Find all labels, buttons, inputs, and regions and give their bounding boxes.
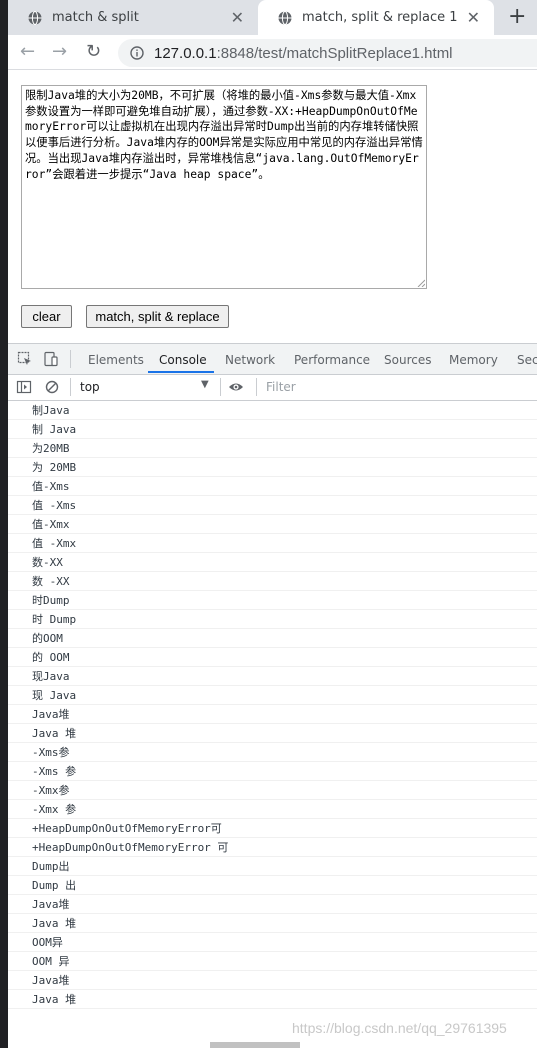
tab-console[interactable]: Console [159, 353, 207, 367]
console-message: 值 -Xmx [8, 534, 537, 553]
console-message: 现 Java [8, 686, 537, 705]
console-message: -Xmx 参 [8, 800, 537, 819]
device-toolbar-icon[interactable] [43, 351, 59, 367]
text-input-area[interactable]: 限制Java堆的大小为20MB，不可扩展（将堆的最小值-Xms参数与最大值-Xm… [21, 85, 427, 289]
tab-title: match & split [52, 10, 139, 25]
back-arrow-icon[interactable]: ← [20, 41, 35, 62]
tab-security[interactable]: Secu [517, 353, 537, 367]
reload-icon[interactable]: ↻ [86, 41, 101, 62]
left-edge [0, 0, 8, 1048]
console-message: 的 OOM [8, 648, 537, 667]
console-message: Java堆 [8, 971, 537, 990]
console-message: 值 -Xms [8, 496, 537, 515]
console-message: Dump 出 [8, 876, 537, 895]
eye-icon[interactable] [228, 379, 244, 395]
match-split-replace-button[interactable]: match, split & replace [86, 305, 229, 328]
console-message: -Xms参 [8, 743, 537, 762]
sidebar-toggle-icon[interactable] [16, 379, 32, 395]
console-message: -Xms 参 [8, 762, 537, 781]
devtools-tab-bar: Elements Console Network Performance Sou… [8, 344, 537, 375]
globe-icon [278, 10, 292, 25]
console-message: 的OOM [8, 629, 537, 648]
console-log: 制Java 制 Java 为20MB 为 20MB 值-Xms 值 -Xms 值-Xmx 值 … [8, 401, 537, 1009]
resize-grip-icon[interactable] [417, 279, 425, 287]
console-message: Java堆 [8, 895, 537, 914]
globe-icon [28, 10, 42, 25]
tab-title: match, split & replace 1 [302, 10, 458, 25]
console-message: Java 堆 [8, 724, 537, 743]
separator [220, 378, 221, 396]
console-message: Java堆 [8, 705, 537, 724]
tab-elements[interactable]: Elements [88, 353, 144, 367]
console-message: OOM异 [8, 933, 537, 952]
separator [70, 350, 71, 368]
watermark: https://blog.csdn.net/qq_29761395 [292, 1020, 507, 1036]
close-tab-icon[interactable]: ✕ [231, 8, 244, 27]
tab-network[interactable]: Network [225, 353, 275, 367]
console-message: 为20MB [8, 439, 537, 458]
tab-performance[interactable]: Performance [294, 353, 370, 367]
separator [70, 378, 71, 396]
console-message: 时 Dump [8, 610, 537, 629]
tab-sources[interactable]: Sources [384, 353, 431, 367]
console-toolbar: top ▼ Filter [8, 375, 537, 401]
address-bar: ← → ↻ 127.0.0.1:8848/test/matchSplitRepl… [8, 35, 537, 70]
console-message: 制Java [8, 401, 537, 420]
info-icon[interactable] [130, 46, 144, 60]
clear-button[interactable]: clear [21, 305, 72, 328]
inspect-element-icon[interactable] [17, 351, 33, 367]
url-text: 127.0.0.1:8848/test/matchSplitReplace1.h… [154, 45, 453, 62]
console-message: +HeapDumpOnOutOfMemoryError可 [8, 819, 537, 838]
tab-strip: match & split ✕ match, split & replace 1… [8, 0, 537, 35]
console-message: Dump出 [8, 857, 537, 876]
console-message: 现Java [8, 667, 537, 686]
console-message: 制 Java [8, 420, 537, 439]
console-message: OOM 异 [8, 952, 537, 971]
url-field[interactable]: 127.0.0.1:8848/test/matchSplitReplace1.h… [118, 39, 537, 67]
console-message: +HeapDumpOnOutOfMemoryError 可 [8, 838, 537, 857]
console-message: 为 20MB [8, 458, 537, 477]
console-message: -Xmx参 [8, 781, 537, 800]
console-message: 值-Xmx [8, 515, 537, 534]
console-message: 值-Xms [8, 477, 537, 496]
browser-window: match & split ✕ match, split & replace 1… [8, 0, 537, 1049]
devtools-panel: Elements Console Network Performance Sou… [8, 343, 537, 1049]
console-message: Java 堆 [8, 990, 537, 1009]
tab-memory[interactable]: Memory [449, 353, 498, 367]
forward-arrow-icon[interactable]: → [52, 41, 67, 62]
close-tab-icon[interactable]: ✕ [467, 8, 480, 27]
console-message: Java 堆 [8, 914, 537, 933]
separator [256, 378, 257, 396]
new-tab-button[interactable]: + [508, 4, 526, 29]
clear-console-icon[interactable] [44, 379, 60, 395]
horizontal-scrollbar[interactable] [210, 1042, 300, 1048]
active-tab-indicator [148, 371, 214, 373]
console-message: 数 -XX [8, 572, 537, 591]
tab-match-split-replace[interactable]: match, split & replace 1 ✕ [258, 0, 494, 35]
console-message: 数-XX [8, 553, 537, 572]
context-selector[interactable]: top [80, 380, 100, 394]
tab-match-split[interactable]: match & split ✕ [8, 0, 256, 35]
textarea-content[interactable]: 限制Java堆的大小为20MB，不可扩展（将堆的最小值-Xms参数与最大值-Xm… [22, 86, 426, 288]
filter-input[interactable]: Filter [266, 380, 296, 394]
url-path: :8848/test/matchSplitReplace1.html [216, 44, 453, 62]
url-host: 127.0.0.1 [154, 44, 217, 62]
dropdown-arrow-icon[interactable]: ▼ [201, 379, 209, 390]
console-message: 时Dump [8, 591, 537, 610]
